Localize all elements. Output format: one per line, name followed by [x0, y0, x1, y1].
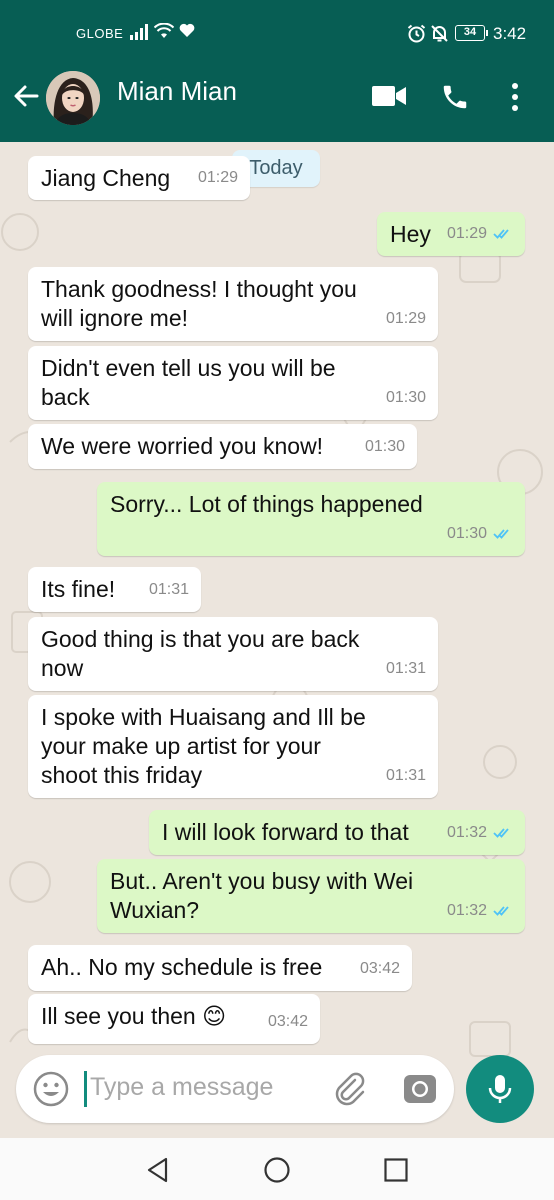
- message-time: 03:42: [267, 1013, 308, 1030]
- mic-button[interactable]: [466, 1055, 534, 1123]
- message-time: 01:31: [148, 581, 189, 598]
- home-nav-icon[interactable]: [263, 1156, 291, 1184]
- message-incoming[interactable]: Good thing is that you are back now 01:3…: [28, 617, 438, 691]
- camera-icon[interactable]: [402, 1071, 438, 1107]
- message-outgoing[interactable]: Sorry... Lot of things happened 01:30: [97, 482, 525, 556]
- system-navigation-bar: [0, 1138, 554, 1200]
- chat-header: Mian Mian: [0, 56, 554, 142]
- phone-icon[interactable]: [440, 82, 470, 112]
- recents-nav-icon[interactable]: [382, 1156, 410, 1184]
- more-vert-icon[interactable]: [506, 82, 524, 112]
- emoji-icon[interactable]: [32, 1070, 70, 1108]
- message-text: Its fine!: [41, 576, 116, 602]
- message-input[interactable]: Type a message: [90, 1073, 273, 1102]
- message-text: Thank goodness! I thought you will ignor…: [41, 276, 357, 331]
- message-time: 01:32: [446, 902, 487, 919]
- clock: 3:42: [493, 24, 527, 43]
- back-arrow-icon[interactable]: [12, 82, 40, 110]
- message-composer: Type a message: [16, 1055, 454, 1123]
- message-incoming[interactable]: Ill see you then 😊 03:42: [28, 994, 320, 1044]
- bell-off-icon: [431, 25, 448, 42]
- avatar[interactable]: [46, 71, 100, 125]
- wifi-icon: [154, 23, 174, 38]
- signal-icon: [130, 22, 148, 40]
- chat-area[interactable]: Today Jiang Cheng 01:29 Hey 01:29 Thank …: [0, 142, 554, 1138]
- message-time: 01:29: [197, 169, 238, 186]
- contact-name[interactable]: Mian Mian: [117, 76, 237, 107]
- read-receipt-icon: [493, 528, 513, 540]
- message-incoming[interactable]: We were worried you know! 01:30: [28, 424, 417, 469]
- message-text: Jiang Cheng: [41, 165, 171, 191]
- message-text: But.. Aren't you busy with Wei Wuxian?: [110, 868, 414, 923]
- message-text: Sorry... Lot of things happened: [110, 491, 423, 517]
- message-text: I spoke with Huaisang and Ill be your ma…: [41, 704, 366, 788]
- message-time: 01:30: [446, 525, 487, 542]
- message-text: Didn't even tell us you will be back: [41, 355, 336, 410]
- message-time: 01:29: [385, 310, 426, 327]
- alarm-icon: [407, 24, 426, 43]
- message-incoming[interactable]: Jiang Cheng 01:29: [28, 156, 250, 200]
- status-bar: GLOBE 34 3:42: [0, 0, 554, 56]
- message-time: 03:42: [359, 960, 400, 977]
- message-text: Hey: [390, 221, 431, 247]
- mic-icon: [488, 1075, 512, 1103]
- message-text: Ill see you then 😊: [41, 1003, 227, 1029]
- heart-icon: [179, 23, 195, 37]
- message-time: 01:30: [385, 389, 426, 406]
- message-incoming[interactable]: Didn't even tell us you will be back 01:…: [28, 346, 438, 420]
- message-time: 01:32: [446, 824, 487, 841]
- back-nav-icon[interactable]: [144, 1156, 172, 1184]
- read-receipt-icon: [493, 228, 513, 240]
- message-time: 01:29: [446, 225, 487, 242]
- message-outgoing[interactable]: Hey 01:29: [377, 212, 525, 256]
- message-text: Ah.. No my schedule is free: [41, 954, 323, 980]
- message-incoming[interactable]: Ah.. No my schedule is free 03:42: [28, 945, 412, 991]
- message-incoming[interactable]: Its fine! 01:31: [28, 567, 201, 612]
- message-time: 01:31: [385, 767, 426, 784]
- carrier-label: GLOBE: [76, 26, 124, 41]
- message-text: I will look forward to that: [162, 819, 409, 845]
- battery-icon: 34: [455, 25, 488, 41]
- message-incoming[interactable]: Thank goodness! I thought you will ignor…: [28, 267, 438, 341]
- message-text: Good thing is that you are back now: [41, 626, 360, 681]
- video-call-icon[interactable]: [371, 84, 407, 108]
- read-receipt-icon: [493, 905, 513, 917]
- message-time: 01:30: [364, 438, 405, 455]
- attach-icon[interactable]: [332, 1071, 368, 1107]
- message-incoming[interactable]: I spoke with Huaisang and Ill be your ma…: [28, 695, 438, 798]
- message-outgoing[interactable]: I will look forward to that 01:32: [149, 810, 525, 855]
- read-receipt-icon: [493, 827, 513, 839]
- message-outgoing[interactable]: But.. Aren't you busy with Wei Wuxian? 0…: [97, 859, 525, 933]
- message-time: 01:31: [385, 660, 426, 677]
- text-cursor: [84, 1071, 87, 1107]
- message-text: We were worried you know!: [41, 433, 324, 459]
